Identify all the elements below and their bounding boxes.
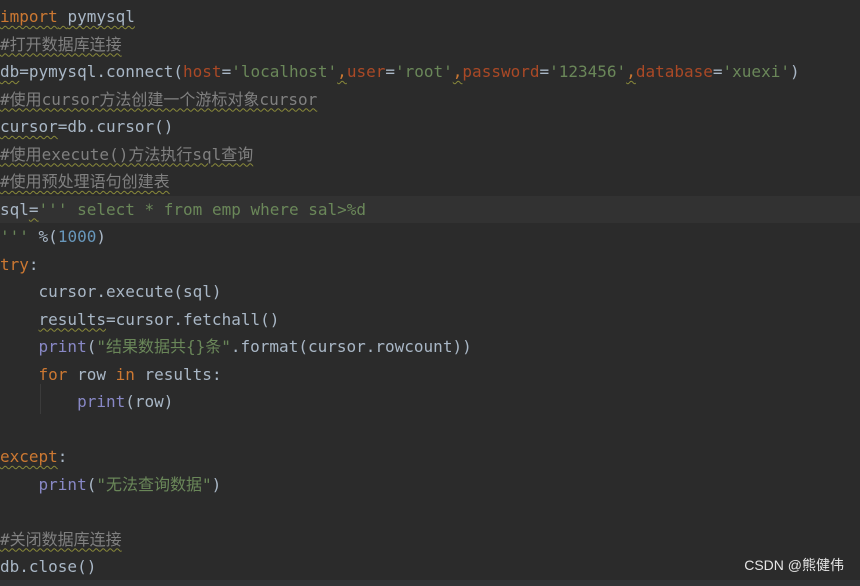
code-line-20: #关闭数据库连接 [0,526,860,554]
code-text: : [57,447,68,466]
code-text: .format(cursor.rowcount)) [230,337,472,356]
keyword-for: for [38,364,68,384]
code-text: ( [86,474,97,494]
code-text: = [221,62,232,81]
module-name: pymysql [67,7,135,26]
code-text: = [385,62,395,81]
code-text: = [28,199,39,219]
builtin-print: print [38,337,87,356]
var-db: db [0,62,20,81]
comment: #打开数据库连接 [0,34,122,54]
code-text: row [67,364,116,384]
param-host: host [183,62,222,81]
code-line-14: for row in results: [0,361,860,389]
horizontal-scrollbar[interactable] [0,580,860,586]
code-line-18: print("无法查询数据") [0,471,860,499]
keyword-try: try [0,254,29,274]
comma: , [626,62,636,81]
string-literal: '123456' [549,62,627,81]
var-results: results [38,309,106,329]
comma: , [337,62,347,81]
code-line-12: results=cursor.fetchall() [0,306,860,334]
string-literal: "无法查询数据" [96,474,212,494]
code-line-9: ''' %(1000) [0,223,860,251]
code-line-4: #使用cursor方法创建一个游标对象cursor [0,86,860,114]
string-literal: ''' [0,227,29,246]
keyword-except: except [0,447,58,466]
code-text: db.close() [0,557,97,576]
code-editor[interactable]: import pymysql #打开数据库连接 db=pymysql.conne… [0,3,860,581]
code-line-13: print("结果数据共{}条".format(cursor.rowcount)… [0,333,860,361]
code-text: ( [86,337,97,356]
code-text: ) [789,62,800,81]
code-text: ) [96,227,106,246]
param-password: password [462,62,540,81]
var-cursor: cursor [0,117,58,136]
code-text: %( [28,227,58,246]
comment: #使用预处理语句创建表 [0,172,170,191]
string-literal: 'root' [394,62,453,81]
keyword-import: import [0,7,58,26]
code-line-3: db=pymysql.connect(host='localhost',user… [0,58,860,86]
string-literal: ''' select * from emp where sal>%d [38,199,367,219]
code-text: (row) [125,392,174,411]
number-literal: 1000 [57,227,97,246]
code-line-6: #使用execute()方法执行sql查询 [0,141,860,169]
code-text: =pymysql.connect( [19,62,184,81]
string-literal: "结果数据共{}条" [96,337,231,356]
keyword-in: in [115,364,135,384]
code-line-8: sql=''' select * from emp where sal>%d [0,195,860,223]
param-user: user [346,62,386,81]
code-line-2: #打开数据库连接 [0,31,860,59]
code-text: ) [211,474,222,494]
builtin-print: print [77,392,126,411]
code-text: cursor.execute(sql) [0,282,222,301]
code-line-5: cursor=db.cursor() [0,113,860,141]
param-database: database [635,62,713,81]
code-line-10: try: [0,251,860,279]
comment: #使用execute()方法执行sql查询 [0,144,254,164]
code-line-17: except: [0,443,860,471]
var-sql: sql [0,199,29,219]
code-text: =cursor.fetchall() [105,309,280,329]
code-line-11: cursor.execute(sql) [0,278,860,306]
code-text: = [712,62,723,81]
comment: #使用cursor方法创建一个游标对象cursor [0,89,318,109]
builtin-print: print [38,474,87,494]
comment: #关闭数据库连接 [0,529,122,549]
string-literal: 'localhost' [231,62,338,81]
code-line-15: print(row) [0,388,860,416]
code-text: =db.cursor() [57,117,174,136]
code-text: results: [134,364,222,384]
comma: , [452,62,463,81]
string-literal: 'xuexi' [722,62,790,81]
code-text: : [28,254,39,274]
indent-guide [40,384,41,414]
code-line-21: db.close() [0,553,860,581]
code-text: = [539,62,550,81]
code-line-7: #使用预处理语句创建表 [0,168,860,196]
code-line-1: import pymysql [0,3,860,31]
watermark: CSDN @熊健伟 [744,557,844,573]
